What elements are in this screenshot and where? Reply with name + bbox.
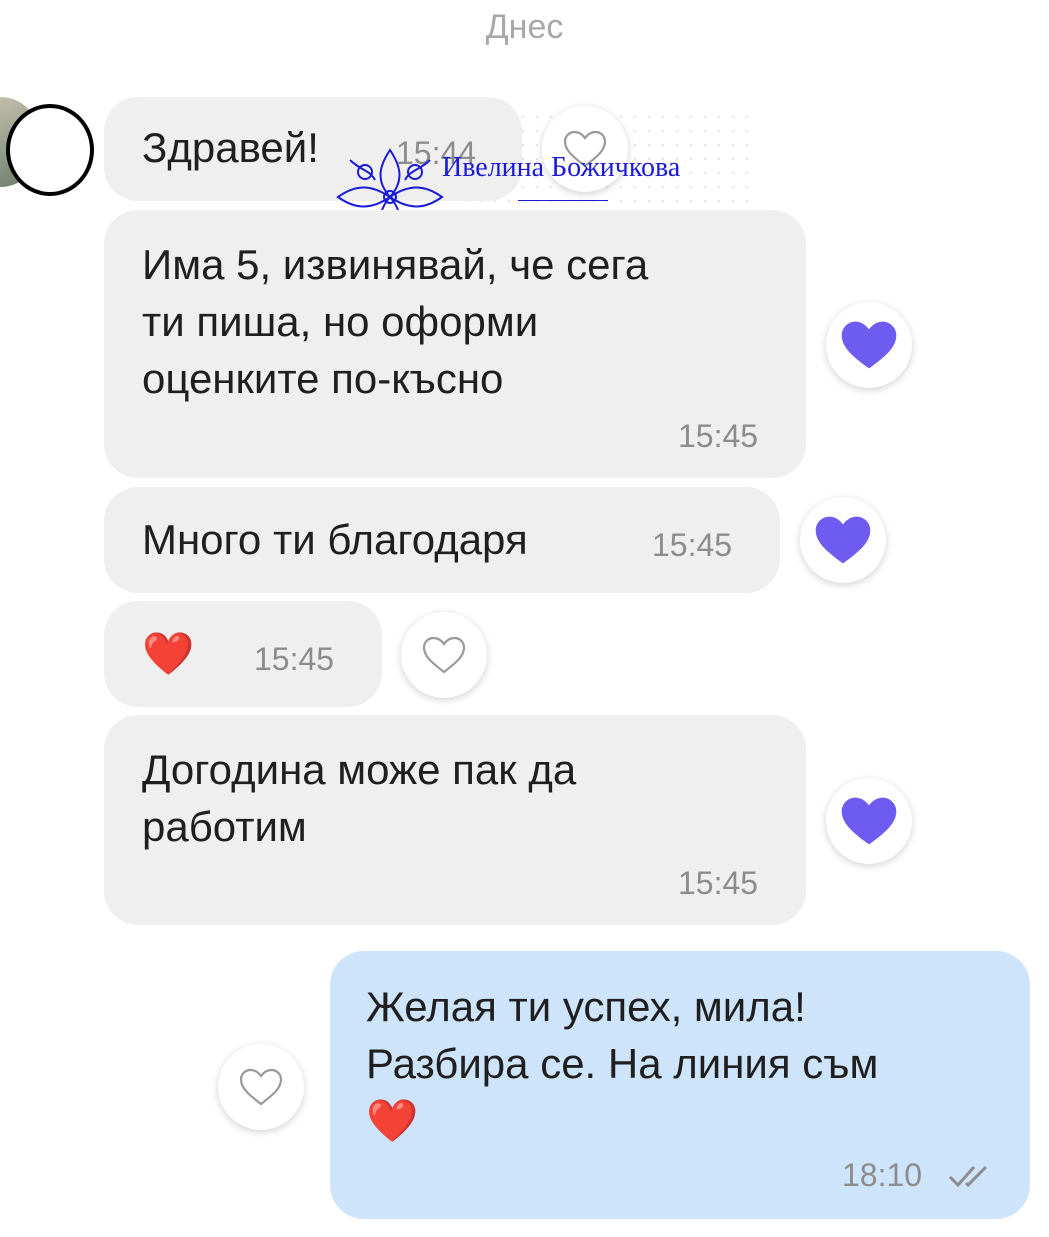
- reaction-button[interactable]: [800, 497, 886, 583]
- reaction-button[interactable]: [218, 1044, 304, 1130]
- avatar-circle-outline: [6, 104, 94, 196]
- message-time: 15:45: [652, 527, 733, 563]
- message-text: Желая ти успех, мила! Разбира се. На лин…: [366, 983, 879, 1144]
- reaction-button[interactable]: [401, 612, 487, 698]
- message-time: 15:45: [678, 418, 759, 454]
- incoming-message-bubble[interactable]: Много ти благодаря 15:45: [104, 487, 780, 593]
- heart-outline-icon: [563, 130, 607, 168]
- incoming-message-bubble[interactable]: ❤️ 15:45: [104, 601, 382, 707]
- double-check-icon: [948, 1165, 988, 1188]
- outgoing-message-bubble[interactable]: Желая ти успех, мила! Разбира се. На лин…: [330, 951, 1030, 1219]
- purple-heart-icon: [815, 516, 871, 564]
- purple-heart-icon: [841, 797, 897, 845]
- message-time: 18:10: [842, 1157, 923, 1193]
- reaction-button[interactable]: [826, 778, 912, 864]
- reaction-button[interactable]: [542, 106, 628, 192]
- reaction-button[interactable]: [826, 302, 912, 388]
- watermark-divider: [518, 200, 608, 201]
- message-text: Има 5, извинявай, че сега ти пиша, но оф…: [142, 241, 649, 402]
- heart-outline-icon: [239, 1068, 283, 1106]
- incoming-message-bubble[interactable]: Догодина може пак да работим 15:45: [104, 715, 806, 925]
- message-text: Много ти благодаря: [142, 516, 528, 563]
- message-time: 15:44: [396, 135, 477, 171]
- incoming-message-bubble[interactable]: Здравей! 15:44: [104, 97, 522, 201]
- message-time: 15:45: [254, 641, 335, 677]
- message-emoji: ❤️: [142, 629, 195, 678]
- message-time: 15:45: [678, 865, 759, 901]
- incoming-message-bubble[interactable]: Има 5, извинявай, че сега ти пиша, но оф…: [104, 210, 806, 478]
- message-text: Здравей!: [142, 124, 319, 171]
- date-separator: Днес: [485, 8, 564, 46]
- heart-outline-icon: [422, 636, 466, 674]
- purple-heart-icon: [841, 321, 897, 369]
- message-text: Догодина може пак да работим: [142, 746, 577, 850]
- contact-avatar[interactable]: [0, 97, 100, 203]
